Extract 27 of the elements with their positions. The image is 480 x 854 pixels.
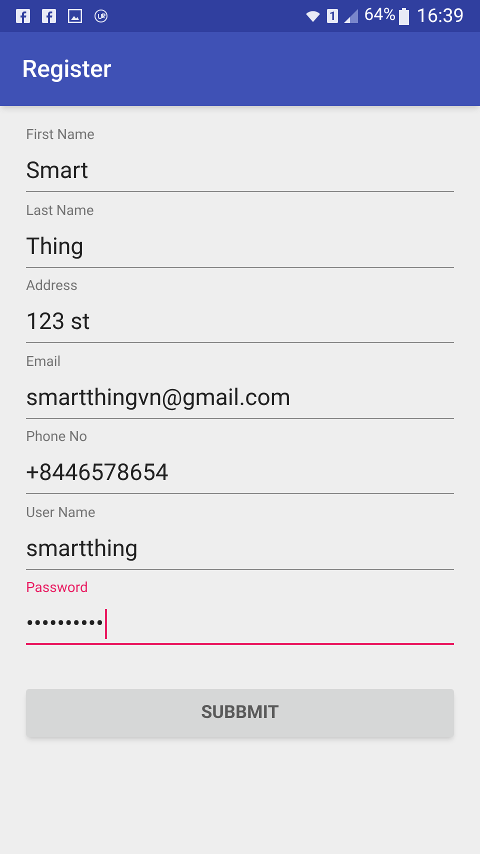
submit-button[interactable]: SUBBMIT — [26, 688, 454, 736]
field-label: Email — [26, 352, 62, 370]
text-cursor — [104, 609, 107, 639]
text-field[interactable]: smartthingvn@gmail.com — [26, 378, 454, 418]
text-field[interactable]: smartthing — [26, 530, 454, 570]
battery-icon — [398, 8, 409, 24]
text-field[interactable]: •••••••••• — [26, 605, 454, 645]
field-label: Phone No — [26, 428, 88, 446]
text-field[interactable]: +8446578654 — [26, 454, 454, 494]
field-label: Password — [26, 579, 89, 597]
sim-indicator: 1 — [327, 9, 338, 23]
field-label: Address — [26, 277, 78, 295]
text-field[interactable]: Smart — [26, 152, 454, 192]
app-title: Register — [22, 54, 112, 85]
facebook-icon — [16, 9, 30, 23]
circle-badge-icon — [94, 9, 108, 23]
battery-percentage: 64% — [364, 4, 396, 28]
field-label: First Name — [26, 126, 96, 144]
field-label: Last Name — [26, 202, 95, 220]
text-field[interactable]: Thing — [26, 228, 454, 268]
clock: 16:39 — [416, 2, 464, 29]
facebook-icon — [42, 9, 56, 23]
signal-icon — [344, 9, 358, 23]
field-label: User Name — [26, 504, 96, 522]
text-field[interactable]: 123 st — [26, 303, 454, 343]
wifi-icon — [305, 8, 322, 24]
image-icon — [68, 9, 82, 23]
